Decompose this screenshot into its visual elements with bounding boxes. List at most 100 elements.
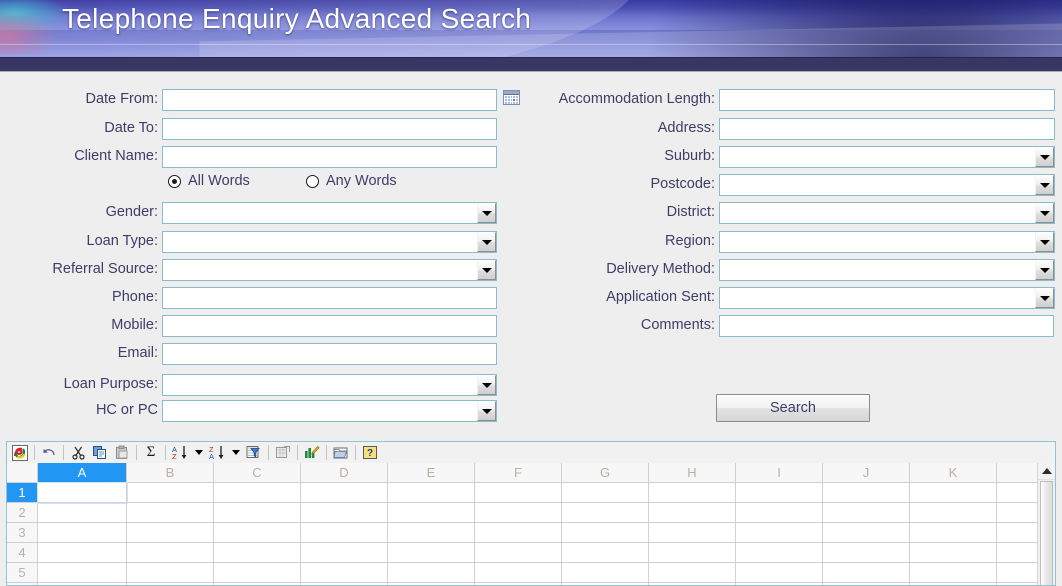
input-comments[interactable] (719, 315, 1054, 337)
input-email[interactable] (162, 343, 497, 365)
chevron-down-icon[interactable] (477, 232, 496, 252)
grid-cell-g4[interactable] (562, 543, 649, 563)
grid-cell-d5[interactable] (301, 563, 388, 583)
grid-column-header-e[interactable]: E (388, 463, 475, 483)
scroll-up-icon[interactable] (1038, 463, 1055, 480)
grid-cell-a1[interactable] (38, 483, 127, 503)
grid-cell-c3[interactable] (214, 523, 301, 543)
chart-edit-icon[interactable] (301, 443, 323, 462)
grid-cell-g6[interactable] (562, 583, 649, 586)
grid-cell-c1[interactable] (214, 483, 301, 503)
undo-icon[interactable] (38, 443, 60, 462)
calendar-icon[interactable] (503, 90, 520, 105)
chevron-down-icon[interactable] (1035, 260, 1054, 280)
grid-cell-e2[interactable] (388, 503, 475, 523)
combo-loan-type[interactable] (162, 231, 497, 253)
radio-any-words[interactable]: Any Words (306, 173, 397, 189)
combo-suburb[interactable] (719, 146, 1055, 168)
grid-column-header-j[interactable]: J (823, 463, 910, 483)
chevron-down-icon[interactable] (477, 260, 496, 280)
grid-cell-a2[interactable] (38, 503, 127, 523)
grid-cell-d2[interactable] (301, 503, 388, 523)
input-mobile[interactable] (162, 315, 497, 337)
input-address[interactable] (719, 118, 1055, 140)
input-date-to[interactable] (162, 118, 497, 140)
grid-cell-k4[interactable] (910, 543, 997, 563)
grid-cell-a3[interactable] (38, 523, 127, 543)
combo-region[interactable] (719, 231, 1055, 253)
grid-cell-g3[interactable] (562, 523, 649, 543)
grid-cell-h2[interactable] (649, 503, 736, 523)
grid-cell-k1[interactable] (910, 483, 997, 503)
grid-cell-a5[interactable] (38, 563, 127, 583)
grid-cell-j3[interactable] (823, 523, 910, 543)
grid-cell-j6[interactable] (823, 583, 910, 586)
grid-cell-g1[interactable] (562, 483, 649, 503)
grid-cell-k2[interactable] (910, 503, 997, 523)
sort-descending-icon[interactable]: Z A (206, 443, 228, 462)
grid-cell-i4[interactable] (736, 543, 823, 563)
copy-icon[interactable] (89, 443, 111, 462)
grid-column-header-c[interactable]: C (214, 463, 301, 483)
grid-cell-c4[interactable] (214, 543, 301, 563)
grid-cell-d1[interactable] (301, 483, 388, 503)
paste-icon[interactable] (111, 443, 133, 462)
combo-gender[interactable] (162, 202, 497, 224)
grid-cell-a4[interactable] (38, 543, 127, 563)
grid-column-header-d[interactable]: D (301, 463, 388, 483)
chevron-down-icon[interactable] (1035, 288, 1054, 308)
grid-cell-e4[interactable] (388, 543, 475, 563)
help-question-icon[interactable]: ? (359, 443, 381, 462)
combo-district[interactable] (719, 202, 1055, 224)
chevron-down-icon[interactable] (477, 401, 496, 421)
grid-column-header-k[interactable]: K (910, 463, 997, 483)
open-folder-icon[interactable] (330, 443, 352, 462)
grid-cell-j4[interactable] (823, 543, 910, 563)
grid-cell-d4[interactable] (301, 543, 388, 563)
grid-cell-c2[interactable] (214, 503, 301, 523)
grid-cell-e5[interactable] (388, 563, 475, 583)
spreadsheet-grid[interactable]: A B C D E F G H I J K L (7, 463, 1055, 585)
radio-all-words[interactable]: All Words (168, 173, 250, 189)
chevron-down-icon[interactable] (1035, 203, 1054, 223)
grid-cell-k5[interactable] (910, 563, 997, 583)
chevron-down-icon[interactable] (477, 375, 496, 395)
grid-cell-j1[interactable] (823, 483, 910, 503)
filter-icon[interactable] (243, 443, 265, 462)
grid-cell-i2[interactable] (736, 503, 823, 523)
grid-cell-f3[interactable] (475, 523, 562, 543)
chevron-down-icon[interactable] (1035, 147, 1054, 167)
grid-cell-h3[interactable] (649, 523, 736, 543)
app-logo-icon[interactable] (9, 443, 31, 462)
combo-hc-or-pc[interactable] (162, 400, 497, 422)
grid-row-header-3[interactable]: 3 (7, 523, 38, 543)
grid-cell-e3[interactable] (388, 523, 475, 543)
search-button[interactable]: Search (716, 394, 870, 422)
grid-cell-k3[interactable] (910, 523, 997, 543)
combo-postcode[interactable] (719, 174, 1055, 196)
grid-cell-i6[interactable] (736, 583, 823, 586)
grid-cell-k6[interactable] (910, 583, 997, 586)
grid-cell-b2[interactable] (127, 503, 214, 523)
grid-cell-b4[interactable] (127, 543, 214, 563)
cut-scissors-icon[interactable] (67, 443, 89, 462)
grid-row-header-1[interactable]: 1 (7, 483, 38, 503)
scrollbar-thumb[interactable] (1040, 481, 1053, 586)
grid-cell-j5[interactable] (823, 563, 910, 583)
grid-cell-f5[interactable] (475, 563, 562, 583)
combo-application-sent[interactable] (719, 287, 1055, 309)
grid-cell-i5[interactable] (736, 563, 823, 583)
grid-vertical-scrollbar[interactable] (1037, 463, 1055, 585)
grid-cell-h6[interactable] (649, 583, 736, 586)
grid-cell-i1[interactable] (736, 483, 823, 503)
input-phone[interactable] (162, 287, 497, 309)
grid-cell-c6[interactable] (214, 583, 301, 586)
grid-column-header-h[interactable]: H (649, 463, 736, 483)
grid-cell-f4[interactable] (475, 543, 562, 563)
grid-cell-h5[interactable] (649, 563, 736, 583)
input-date-from[interactable] (162, 89, 497, 111)
grid-cell-b1[interactable] (127, 483, 214, 503)
grid-cell-b5[interactable] (127, 563, 214, 583)
sort-ascending-icon[interactable]: A Z (169, 443, 191, 462)
radio-all-words-dot[interactable] (168, 175, 181, 188)
